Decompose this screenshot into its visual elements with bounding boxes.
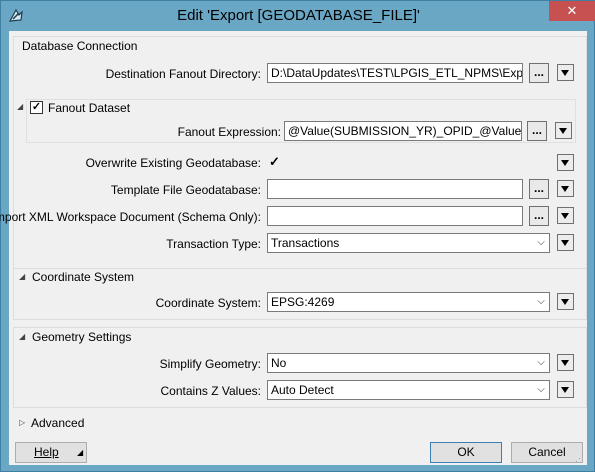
fanout-expand-icon[interactable]: ◢ bbox=[17, 99, 23, 115]
overwrite-checkbox[interactable]: ✓ bbox=[269, 155, 280, 169]
simplify-geometry-menu-button[interactable] bbox=[557, 354, 574, 371]
chevron-down-icon: ◢ bbox=[77, 448, 84, 457]
cancel-button[interactable]: Cancel bbox=[511, 442, 583, 463]
advanced-expand-icon[interactable]: ▷ bbox=[19, 415, 25, 431]
transaction-select[interactable]: Transactions ⌵ bbox=[267, 233, 550, 253]
chevron-down-icon: ⌵ bbox=[537, 296, 545, 307]
geometry-expand-icon[interactable]: ◢ bbox=[19, 329, 25, 345]
coordinate-system-select[interactable]: EPSG:4269 ⌵ bbox=[267, 292, 550, 312]
fanout-dataset-group: ◢ ✓ Fanout Dataset Fanout Expression: @V… bbox=[17, 99, 576, 143]
advanced-section-title[interactable]: Advanced bbox=[31, 415, 84, 431]
destination-input[interactable]: D:\DataUpdates\TEST\LPGIS_ETL_NPMS\Expor… bbox=[267, 63, 523, 83]
database-connection-title: Database Connection bbox=[22, 39, 138, 53]
window-title: Edit 'Export [GEODATABASE_FILE]' bbox=[177, 7, 420, 24]
template-label: Template File Geodatabase: bbox=[110, 183, 261, 197]
fanout-expression-label: Fanout Expression: bbox=[177, 125, 281, 139]
coordinate-expand-icon[interactable]: ◢ bbox=[19, 269, 25, 285]
contains-z-label: Contains Z Values: bbox=[160, 384, 262, 398]
geometry-settings-title: Geometry Settings bbox=[32, 330, 132, 344]
geometry-settings-group: ◢ Geometry Settings Simplify Geometry: N… bbox=[13, 327, 587, 408]
transaction-menu-button[interactable] bbox=[557, 234, 574, 251]
template-browse-button[interactable]: ... bbox=[529, 179, 549, 199]
template-menu-button[interactable] bbox=[557, 180, 574, 197]
import-xml-browse-button[interactable]: ... bbox=[529, 206, 549, 226]
import-xml-label: Import XML Workspace Document (Schema On… bbox=[0, 210, 261, 224]
close-button[interactable]: ✕ bbox=[549, 1, 595, 21]
destination-menu-button[interactable] bbox=[557, 64, 574, 81]
ok-button[interactable]: OK bbox=[430, 442, 502, 463]
destination-browse-button[interactable]: ... bbox=[529, 63, 549, 83]
contains-z-menu-button[interactable] bbox=[557, 381, 574, 398]
dialog-body: Database Connection Destination Fanout D… bbox=[0, 31, 587, 465]
chevron-down-icon: ⌵ bbox=[537, 237, 545, 248]
fanout-expression-edit-button[interactable]: ... bbox=[527, 121, 547, 141]
close-icon: ✕ bbox=[566, 3, 578, 18]
help-button[interactable]: Help ◢ bbox=[15, 442, 87, 463]
coordinate-system-menu-button[interactable] bbox=[557, 293, 574, 310]
destination-label: Destination Fanout Directory: bbox=[105, 67, 261, 81]
coordinate-system-label: Coordinate System: bbox=[155, 296, 261, 310]
import-xml-menu-button[interactable] bbox=[557, 207, 574, 224]
chevron-down-icon: ⌵ bbox=[537, 384, 545, 395]
fanout-dataset-label: Fanout Dataset bbox=[48, 101, 131, 115]
dialog-window: Edit 'Export [GEODATABASE_FILE]' ✕ Datab… bbox=[0, 0, 595, 472]
transaction-label: Transaction Type: bbox=[166, 237, 261, 251]
fanout-dataset-checkbox[interactable]: ✓ bbox=[30, 101, 43, 114]
template-input[interactable] bbox=[267, 179, 523, 199]
contains-z-select[interactable]: Auto Detect ⌵ bbox=[267, 380, 550, 400]
simplify-geometry-label: Simplify Geometry: bbox=[159, 357, 261, 371]
simplify-geometry-select[interactable]: No ⌵ bbox=[267, 353, 550, 373]
overwrite-menu-button[interactable] bbox=[557, 154, 574, 171]
coordinate-system-group: ◢ Coordinate System Coordinate System: E… bbox=[13, 268, 587, 320]
fanout-expression-menu-button[interactable] bbox=[555, 122, 572, 139]
chevron-down-icon: ⌵ bbox=[537, 357, 545, 368]
import-xml-input[interactable] bbox=[267, 206, 523, 226]
fanout-expression-input[interactable]: @Value(SUBMISSION_YR)_OPID_@Value(OPID) bbox=[284, 121, 522, 141]
coordinate-system-title: Coordinate System bbox=[32, 270, 135, 284]
title-bar[interactable]: Edit 'Export [GEODATABASE_FILE]' ✕ bbox=[1, 1, 595, 31]
overwrite-label: Overwrite Existing Geodatabase: bbox=[85, 156, 261, 170]
resize-grip-icon[interactable]: ⋰ bbox=[575, 454, 584, 463]
